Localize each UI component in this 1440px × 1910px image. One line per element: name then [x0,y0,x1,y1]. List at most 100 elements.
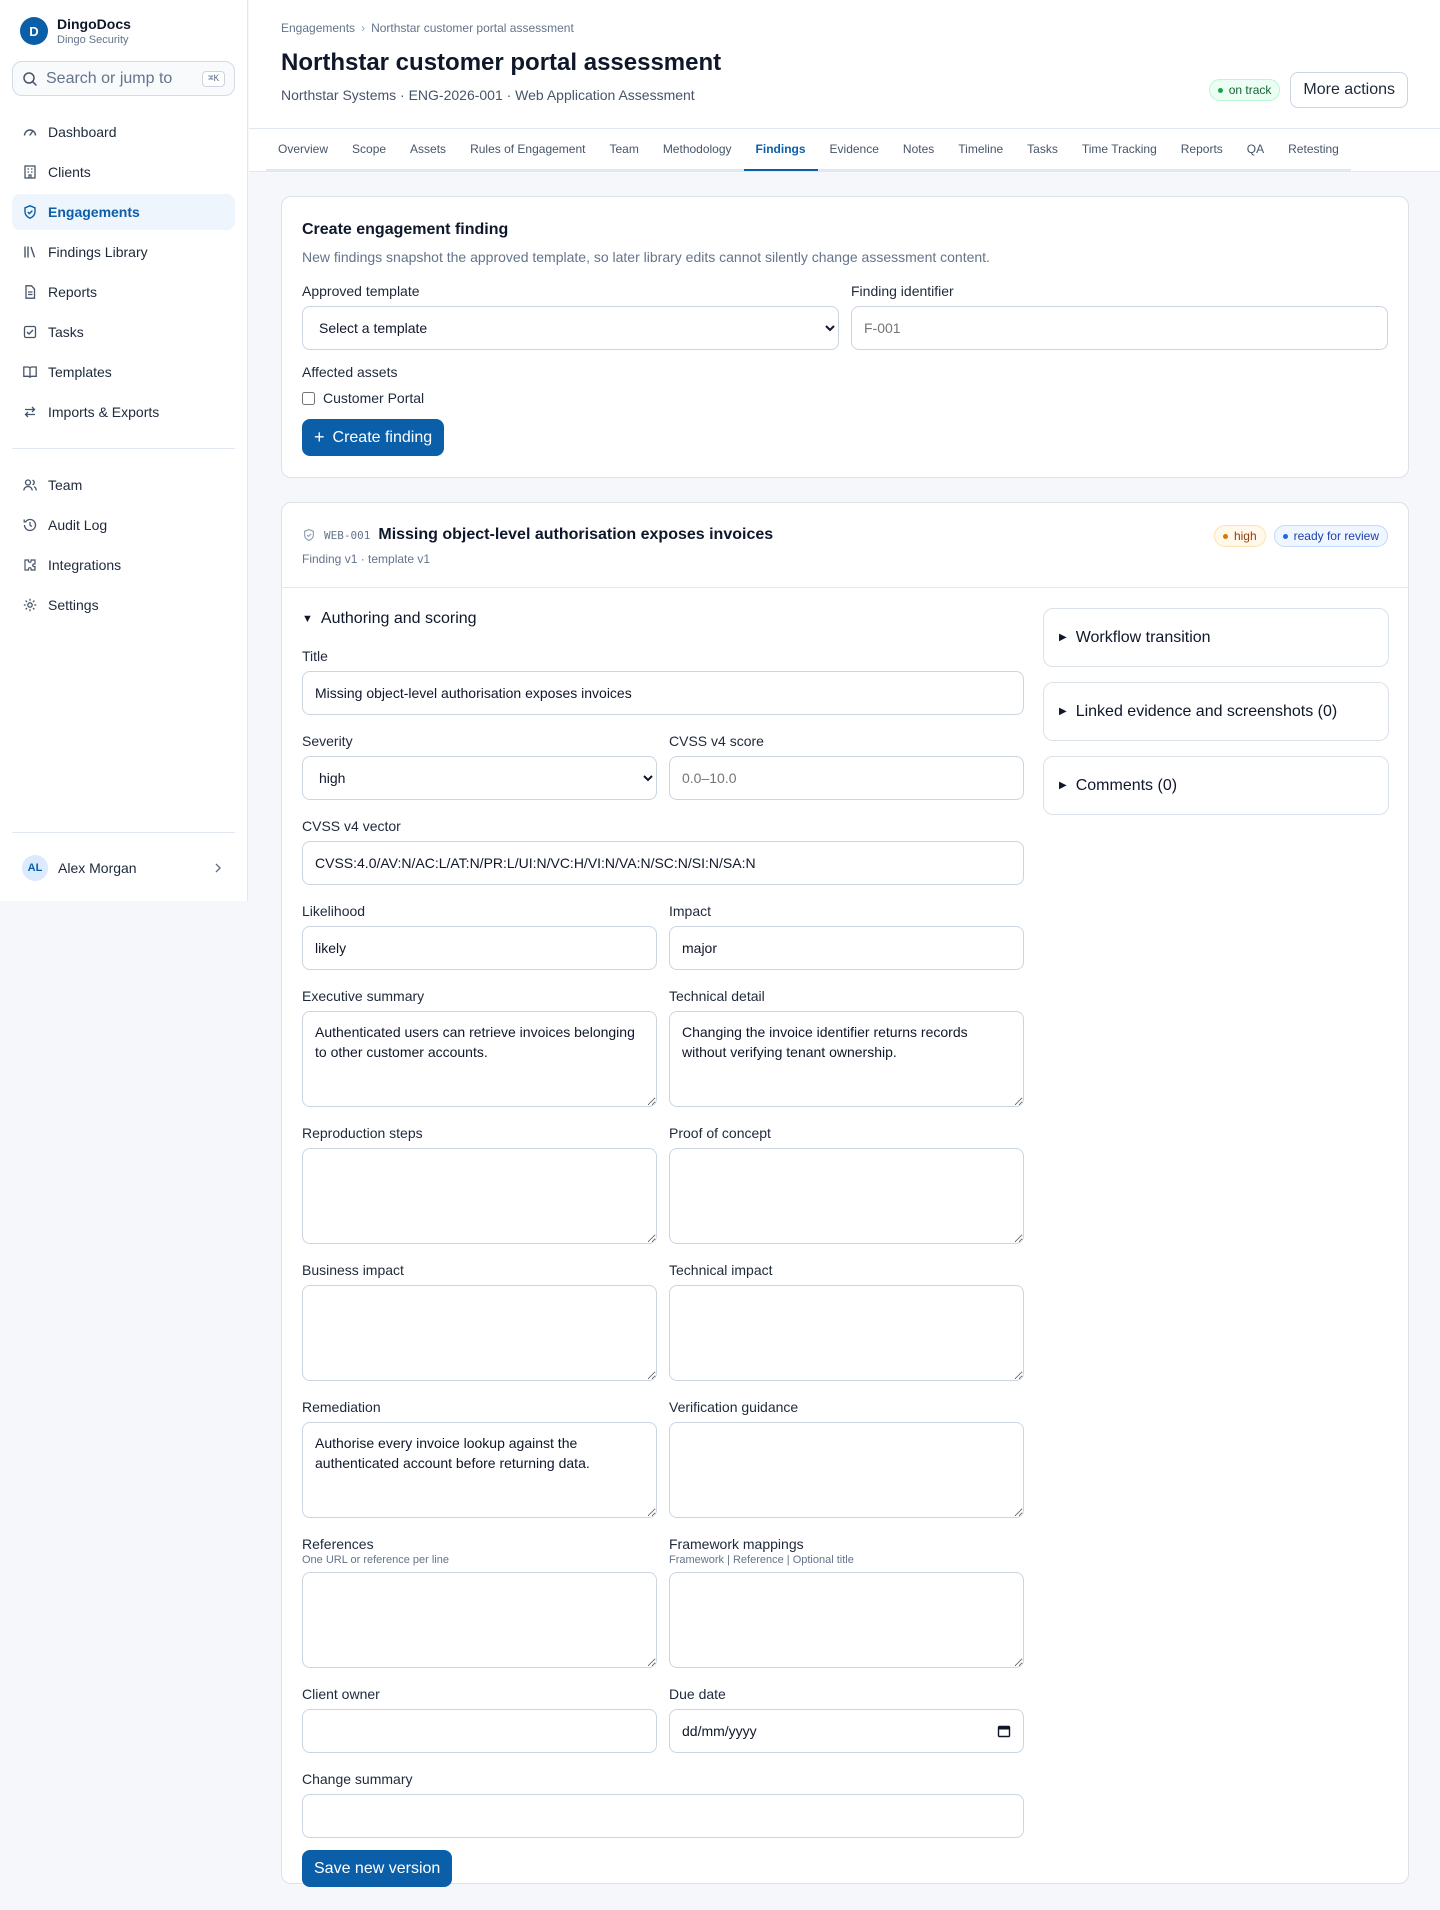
triangle-down-icon: ▼ [302,613,313,625]
title-input[interactable] [302,671,1024,715]
poc-textarea[interactable] [669,1148,1024,1244]
tab-team[interactable]: Team [597,129,651,171]
nav-item-clients[interactable]: Clients [12,154,235,190]
nav-item-findings-library[interactable]: Findings Library [12,234,235,270]
calendar-icon[interactable] [997,1724,1011,1738]
panel-label: Linked evidence and screenshots (0) [1075,702,1338,720]
user-menu[interactable]: AL Alex Morgan [12,850,235,886]
change-summary-input[interactable] [302,1794,1024,1838]
nav-item-dashboard[interactable]: Dashboard [12,114,235,150]
finding-side-panels: ▶ Workflow transition ▶ Linked evidence an… [1043,608,1389,830]
tab-time-tracking[interactable]: Time Tracking [1069,129,1169,171]
nav-item-engagements[interactable]: Engagements [12,194,235,230]
remediation-textarea[interactable]: Authorise every invoice lookup against t… [302,1422,657,1518]
nav-label: Team [48,477,83,493]
identifier-input[interactable] [851,306,1388,350]
nav-label: Findings Library [48,244,148,260]
business-impact-textarea[interactable] [302,1285,657,1381]
comments-panel[interactable]: ▶ Comments (0) [1043,756,1389,815]
cvss-score-input[interactable] [669,756,1024,800]
book-icon [23,366,37,378]
brand-logo: D [20,17,48,45]
primary-nav: Dashboard Clients Engagements Findings L… [12,114,235,623]
breadcrumb-item[interactable]: Northstar customer portal assessment [371,21,574,35]
panel-label: Workflow transition [1075,628,1211,646]
due-date-input[interactable]: dd/mm/yyyy [669,1709,1024,1753]
technical-impact-textarea[interactable] [669,1285,1024,1381]
repro-textarea[interactable] [302,1148,657,1244]
nav-item-audit-log[interactable]: Audit Log [12,507,235,543]
tab-overview[interactable]: Overview [266,129,341,171]
authoring-toggle[interactable]: ▼ Authoring and scoring [302,610,1024,628]
affected-assets-label: Affected assets [302,364,398,380]
severity-select[interactable]: high [302,756,657,800]
tab-methodology[interactable]: Methodology [650,129,744,171]
nav-divider [12,448,235,449]
references-label: References [302,1536,374,1552]
tab-rules-of-engagement[interactable]: Rules of Engagement [458,129,598,171]
brand[interactable]: D DingoDocs Dingo Security [20,16,235,46]
review-status-badge: ready for review [1273,525,1388,547]
user-name: Alex Morgan [58,860,137,876]
tab-evidence[interactable]: Evidence [817,129,891,171]
due-date-label: Due date [669,1686,726,1702]
tab-assets[interactable]: Assets [398,129,459,171]
tab-timeline[interactable]: Timeline [946,129,1016,171]
tech-detail-textarea[interactable]: Changing the invoice identifier returns … [669,1011,1024,1107]
nav-label: Engagements [48,204,140,220]
more-actions-button[interactable]: More actions [1290,72,1408,108]
linked-evidence-panel[interactable]: ▶ Linked evidence and screenshots (0) [1043,682,1389,741]
chevron-right-icon [215,863,221,873]
chevron-right-icon: › [361,21,366,35]
tab-reports[interactable]: Reports [1168,129,1235,171]
tab-findings[interactable]: Findings [743,129,818,171]
nav-item-reports[interactable]: Reports [12,274,235,310]
verification-textarea[interactable] [669,1422,1024,1518]
cvss-vector-input[interactable] [302,841,1024,885]
nav-item-settings[interactable]: Settings [12,587,235,623]
impact-label: Impact [669,903,712,919]
identifier-label: Finding identifier [851,283,954,299]
tab-notes[interactable]: Notes [890,129,947,171]
brand-name: DingoDocs [57,16,131,32]
gear-icon [23,598,37,612]
exec-summary-textarea[interactable]: Authenticated users can retrieve invoice… [302,1011,657,1107]
repro-label: Reproduction steps [302,1125,423,1141]
header-actions: on track More actions [1208,72,1408,108]
client-owner-input[interactable] [302,1709,657,1753]
nav-item-team[interactable]: Team [12,467,235,503]
nav-label: Templates [48,364,112,380]
nav-item-tasks[interactable]: Tasks [12,314,235,350]
brand-org: Dingo Security [57,34,129,46]
finding-id: WEB-001 [324,528,371,542]
nav-item-integrations[interactable]: Integrations [12,547,235,583]
client-owner-label: Client owner [302,1686,380,1702]
checkbox-icon [23,325,37,339]
workflow-transition-panel[interactable]: ▶ Workflow transition [1043,608,1389,667]
avatar: AL [22,855,48,881]
asset-checkbox-row[interactable]: Customer Portal [302,390,1388,406]
nav-label: Settings [48,597,99,613]
save-version-button[interactable]: Save new version [302,1850,453,1887]
create-finding-button[interactable]: + Create finding [302,419,445,456]
template-select[interactable]: Select a template [302,306,839,350]
nav-label: Imports & Exports [48,404,160,420]
remediation-label: Remediation [302,1399,381,1415]
framework-textarea[interactable] [669,1572,1024,1668]
tab-tasks[interactable]: Tasks [1015,129,1070,171]
status-badge: on track [1208,79,1281,101]
nav-item-templates[interactable]: Templates [12,354,235,390]
references-textarea[interactable] [302,1572,657,1668]
references-hint: One URL or reference per line [302,1554,449,1566]
asset-checkbox[interactable] [302,391,315,405]
tab-scope[interactable]: Scope [340,129,399,171]
search-shortcut: ⌘K [202,70,225,87]
due-date-placeholder: dd/mm/yyyy [682,1723,757,1739]
impact-input[interactable] [669,926,1024,970]
tab-retesting[interactable]: Retesting [1276,129,1351,171]
nav-item-imports-exports[interactable]: Imports & Exports [12,394,235,430]
breadcrumb-item[interactable]: Engagements [281,21,355,35]
search-box[interactable]: Search or jump to ⌘K [12,61,235,96]
likelihood-input[interactable] [302,926,657,970]
tab-qa[interactable]: QA [1234,129,1277,171]
